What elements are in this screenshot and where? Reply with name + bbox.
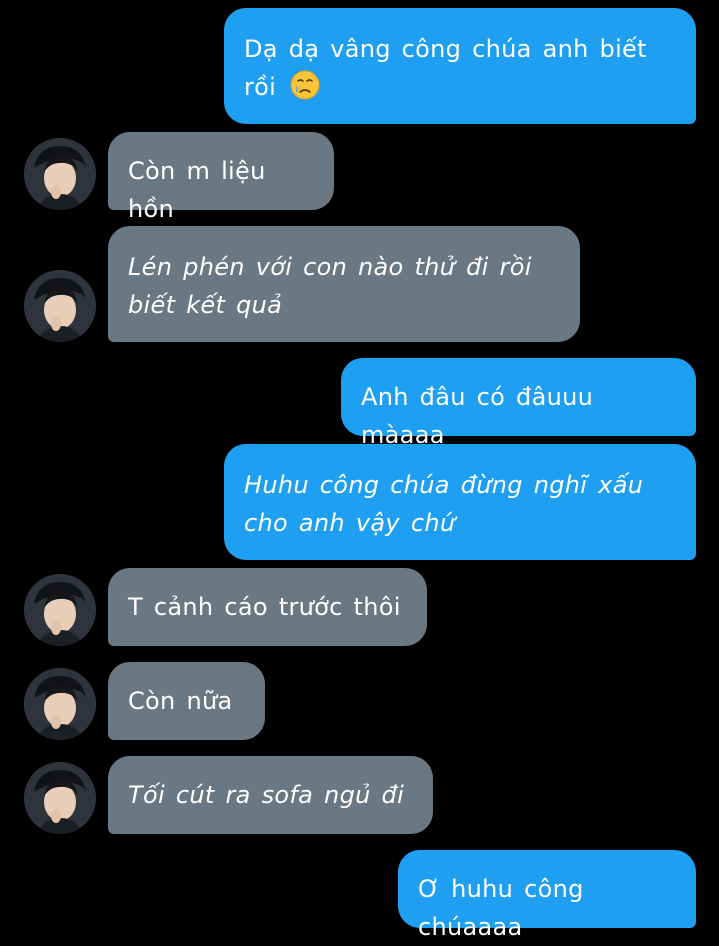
message-bubble-received[interactable]: Tối cút ra sofa ngủ đi: [108, 756, 433, 834]
avatar[interactable]: [24, 574, 96, 646]
avatar[interactable]: [24, 668, 96, 740]
user-avatar-icon: [24, 138, 96, 210]
user-avatar-icon: [24, 270, 96, 342]
message-text: Anh đâu có đâuuu màaaa: [361, 383, 594, 449]
message-text: Còn nữa: [128, 687, 233, 715]
user-avatar-icon: [24, 668, 96, 740]
message-text: Huhu công chúa đừng nghĩ xấu cho anh vậy…: [244, 471, 644, 537]
avatar[interactable]: [24, 762, 96, 834]
message-bubble-received[interactable]: Còn nữa: [108, 662, 265, 740]
message-bubble-sent[interactable]: Ơ huhu công chúaaaa: [398, 850, 696, 941]
avatar[interactable]: [24, 270, 96, 342]
message-bubble-sent[interactable]: Anh đâu có đâuuu màaaa: [341, 358, 696, 449]
message-bubble-received[interactable]: T cảnh cáo trước thôi: [108, 568, 427, 646]
chat-thread: Dạ dạ vâng công chúa anh biết rồi Còn m …: [0, 0, 719, 944]
message-text: Còn m liệu hồn: [128, 157, 266, 223]
message-bubble-sent[interactable]: Huhu công chúa đừng nghĩ xấu cho anh vậy…: [224, 444, 696, 560]
user-avatar-icon: [24, 762, 96, 834]
message-text: Lén phén với con nào thử đi rồi biết kết…: [128, 253, 532, 319]
message-text: Ơ huhu công chúaaaa: [418, 875, 584, 941]
message-text: T cảnh cáo trước thôi: [128, 593, 401, 621]
message-bubble-received[interactable]: Còn m liệu hồn: [108, 132, 334, 223]
message-bubble-received[interactable]: Lén phén với con nào thử đi rồi biết kết…: [108, 226, 580, 342]
message-bubble-sent[interactable]: Dạ dạ vâng công chúa anh biết rồi: [224, 8, 696, 124]
message-text: Tối cút ra sofa ngủ đi: [128, 781, 405, 809]
avatar[interactable]: [24, 138, 96, 210]
face-holding-back-tears-icon: [290, 70, 320, 100]
user-avatar-icon: [24, 574, 96, 646]
